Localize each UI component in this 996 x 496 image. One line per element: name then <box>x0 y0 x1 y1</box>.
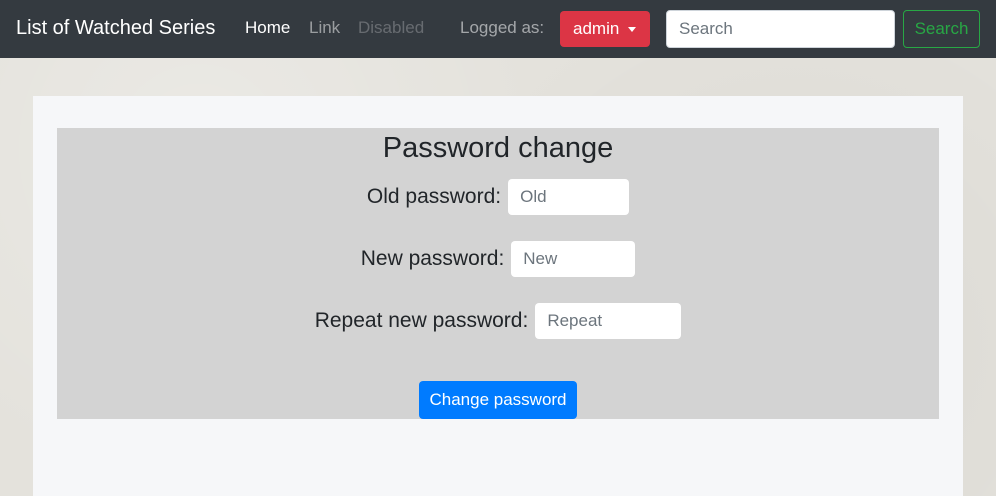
user-dropdown-button[interactable]: admin <box>560 11 650 47</box>
new-password-label: New password: <box>360 247 505 270</box>
nav-link-link[interactable]: Link <box>309 16 340 40</box>
form-title: Password change <box>382 132 614 164</box>
main-card: Password change Old password: New passwo… <box>33 96 963 496</box>
old-password-input[interactable] <box>508 179 630 215</box>
new-password-row: New password: <box>57 240 939 278</box>
old-password-row: Old password: <box>57 178 939 216</box>
caret-down-icon <box>628 27 636 32</box>
nav-link-disabled: Disabled <box>358 18 425 37</box>
search-input[interactable] <box>666 10 895 48</box>
old-password-label: Old password: <box>366 185 502 208</box>
repeat-password-label: Repeat new password: <box>314 309 529 332</box>
repeat-password-input[interactable] <box>535 303 682 339</box>
brand-title[interactable]: List of Watched Series <box>16 14 215 42</box>
top-navbar: List of Watched Series Home Link Disable… <box>0 0 996 58</box>
change-password-button[interactable]: Change password <box>419 381 577 419</box>
repeat-password-row: Repeat new password: <box>57 302 939 340</box>
password-change-form: Password change Old password: New passwo… <box>57 128 939 419</box>
nav-link-home[interactable]: Home <box>245 16 290 40</box>
user-dropdown-label: admin <box>573 19 620 38</box>
search-button[interactable]: Search <box>903 10 980 48</box>
new-password-input[interactable] <box>511 241 636 277</box>
logged-as-label: Logged as: <box>460 18 545 37</box>
